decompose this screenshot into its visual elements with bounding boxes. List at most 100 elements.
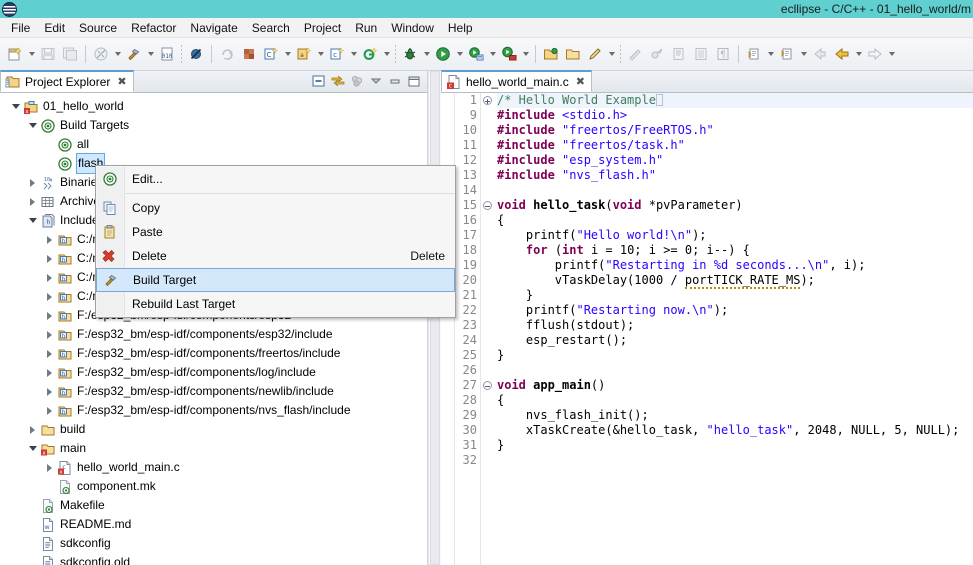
project-tree[interactable]: x01_hello_worldBuild Targetsallflash10Bi… xyxy=(0,93,427,565)
view-menu-icon[interactable] xyxy=(367,72,385,90)
context-menu-item[interactable]: Copy xyxy=(96,196,455,220)
code-line[interactable]: void app_main() xyxy=(497,378,973,393)
chevron-down-icon[interactable] xyxy=(487,43,498,65)
menu-file[interactable]: File xyxy=(4,18,37,38)
close-icon[interactable]: ✖ xyxy=(576,75,585,88)
code-line[interactable]: printf("Restarting now.\n"); xyxy=(497,303,973,318)
code-line[interactable]: #include "esp_system.h" xyxy=(497,153,973,168)
twisty-closed-icon[interactable] xyxy=(27,196,38,207)
tree-item[interactable]: hF:/esp32_bm/esp-idf/components/newlib/i… xyxy=(0,382,427,401)
chevron-down-icon[interactable] xyxy=(454,43,465,65)
menu-navigate[interactable]: Navigate xyxy=(183,18,244,38)
chevron-down-icon[interactable] xyxy=(765,43,776,65)
tree-item[interactable]: Makefile xyxy=(0,496,427,515)
code-line[interactable] xyxy=(497,183,973,198)
code-area[interactable]: 1910111213141516171819202122232425262728… xyxy=(441,93,973,565)
chevron-down-icon[interactable] xyxy=(421,43,432,65)
show-source-icon[interactable] xyxy=(668,43,690,65)
context-menu-item[interactable]: Rebuild Last Target xyxy=(96,292,455,316)
twisty-closed-icon[interactable] xyxy=(44,253,55,264)
run-last-tool-icon[interactable] xyxy=(498,43,520,65)
chevron-down-icon[interactable] xyxy=(606,43,617,65)
chevron-down-icon[interactable] xyxy=(315,43,326,65)
cube-perspective-icon[interactable] xyxy=(238,43,260,65)
code-line[interactable]: /* Hello World Example xyxy=(497,93,973,108)
context-menu-item[interactable]: DeleteDelete xyxy=(96,244,455,268)
hammer-build-icon[interactable] xyxy=(123,43,145,65)
menu-help[interactable]: Help xyxy=(441,18,480,38)
open-folder-icon[interactable] xyxy=(562,43,584,65)
menu-edit[interactable]: Edit xyxy=(37,18,72,38)
tree-item[interactable]: hF:/esp32_bm/esp-idf/components/freertos… xyxy=(0,344,427,363)
chevron-down-icon[interactable] xyxy=(26,43,37,65)
open-folder-green-icon[interactable] xyxy=(540,43,562,65)
maximize-icon[interactable] xyxy=(405,72,423,90)
chevron-down-icon[interactable] xyxy=(282,43,293,65)
chevron-down-icon[interactable] xyxy=(798,43,809,65)
twisty-closed-icon[interactable] xyxy=(44,405,55,416)
chevron-down-icon[interactable] xyxy=(145,43,156,65)
chevron-down-icon[interactable] xyxy=(853,43,864,65)
code-line[interactable]: #include "nvs_flash.h" xyxy=(497,168,973,183)
code-line[interactable]: { xyxy=(497,393,973,408)
twisty-closed-icon[interactable] xyxy=(44,348,55,359)
twisty-closed-icon[interactable] xyxy=(44,291,55,302)
link-with-editor-icon[interactable] xyxy=(329,72,347,90)
twisty-closed-icon[interactable] xyxy=(44,234,55,245)
binary-010-icon[interactable]: 010 xyxy=(156,43,178,65)
tree-item[interactable]: hF:/esp32_bm/esp-idf/components/log/incl… xyxy=(0,363,427,382)
code-line[interactable] xyxy=(497,453,973,468)
chevron-down-icon[interactable] xyxy=(886,43,897,65)
twisty-closed-icon[interactable] xyxy=(44,386,55,397)
code-line[interactable]: nvs_flash_init(); xyxy=(497,408,973,423)
code-line[interactable]: } xyxy=(497,348,973,363)
menu-project[interactable]: Project xyxy=(297,18,348,38)
tree-item[interactable]: component.mk xyxy=(0,477,427,496)
chevron-down-icon[interactable] xyxy=(348,43,359,65)
forward-arrow-icon[interactable] xyxy=(864,43,886,65)
code-line[interactable] xyxy=(497,363,973,378)
twisty-closed-icon[interactable] xyxy=(44,329,55,340)
source-code[interactable]: /* Hello World Example#include <stdio.h>… xyxy=(493,93,973,565)
tree-item[interactable]: x01_hello_world xyxy=(0,97,427,116)
tab-hello-world-main-c[interactable]: c hello_world_main.c ✖ xyxy=(441,70,592,92)
twisty-open-icon[interactable] xyxy=(27,120,38,131)
twisty-closed-icon[interactable] xyxy=(44,462,55,473)
tab-project-explorer[interactable]: Project Explorer ✖ xyxy=(0,70,134,92)
show-list-icon[interactable] xyxy=(690,43,712,65)
chevron-down-icon[interactable] xyxy=(381,43,392,65)
menu-refactor[interactable]: Refactor xyxy=(124,18,183,38)
new-g-project-icon[interactable] xyxy=(359,43,381,65)
pencil-edit-icon[interactable] xyxy=(584,43,606,65)
fold-toggle-icon[interactable] xyxy=(481,198,493,213)
collapse-all-icon[interactable] xyxy=(310,72,328,90)
code-line[interactable]: #include "freertos/FreeRTOS.h" xyxy=(497,123,973,138)
code-line[interactable]: } xyxy=(497,438,973,453)
context-menu[interactable]: Edit...CopyPasteDeleteDeleteBuild Target… xyxy=(95,165,456,318)
back-yellow-arrow-icon[interactable] xyxy=(831,43,853,65)
twisty-open-icon[interactable] xyxy=(10,101,21,112)
view-filter-icon[interactable] xyxy=(348,72,366,90)
debug-bug-icon[interactable] xyxy=(399,43,421,65)
run-external-tools-icon[interactable] xyxy=(465,43,487,65)
context-menu-item[interactable]: Edit... xyxy=(96,167,455,191)
tree-item[interactable]: build xyxy=(0,420,427,439)
code-line[interactable]: esp_restart(); xyxy=(497,333,973,348)
twisty-open-icon[interactable] xyxy=(27,443,38,454)
menu-source[interactable]: Source xyxy=(72,18,124,38)
new-c-project-icon[interactable]: C xyxy=(260,43,282,65)
chevron-down-icon[interactable] xyxy=(112,43,123,65)
tree-item[interactable]: hF:/esp32_bm/esp-idf/components/nvs_flas… xyxy=(0,401,427,420)
tree-item[interactable]: cxhello_world_main.c xyxy=(0,458,427,477)
menu-run[interactable]: Run xyxy=(348,18,384,38)
refresh-run-icon[interactable] xyxy=(216,43,238,65)
run-play-icon[interactable] xyxy=(432,43,454,65)
tree-item[interactable]: all xyxy=(0,135,427,154)
code-line[interactable]: { xyxy=(497,213,973,228)
context-menu-item[interactable]: Build Target xyxy=(96,268,455,292)
tree-item[interactable]: xmain xyxy=(0,439,427,458)
code-line[interactable]: for (int i = 10; i >= 0; i--) { xyxy=(497,243,973,258)
fold-toggle-icon[interactable] xyxy=(481,378,493,393)
code-line[interactable]: void hello_task(void *pvParameter) xyxy=(497,198,973,213)
code-line[interactable]: printf("Hello world!\n"); xyxy=(497,228,973,243)
